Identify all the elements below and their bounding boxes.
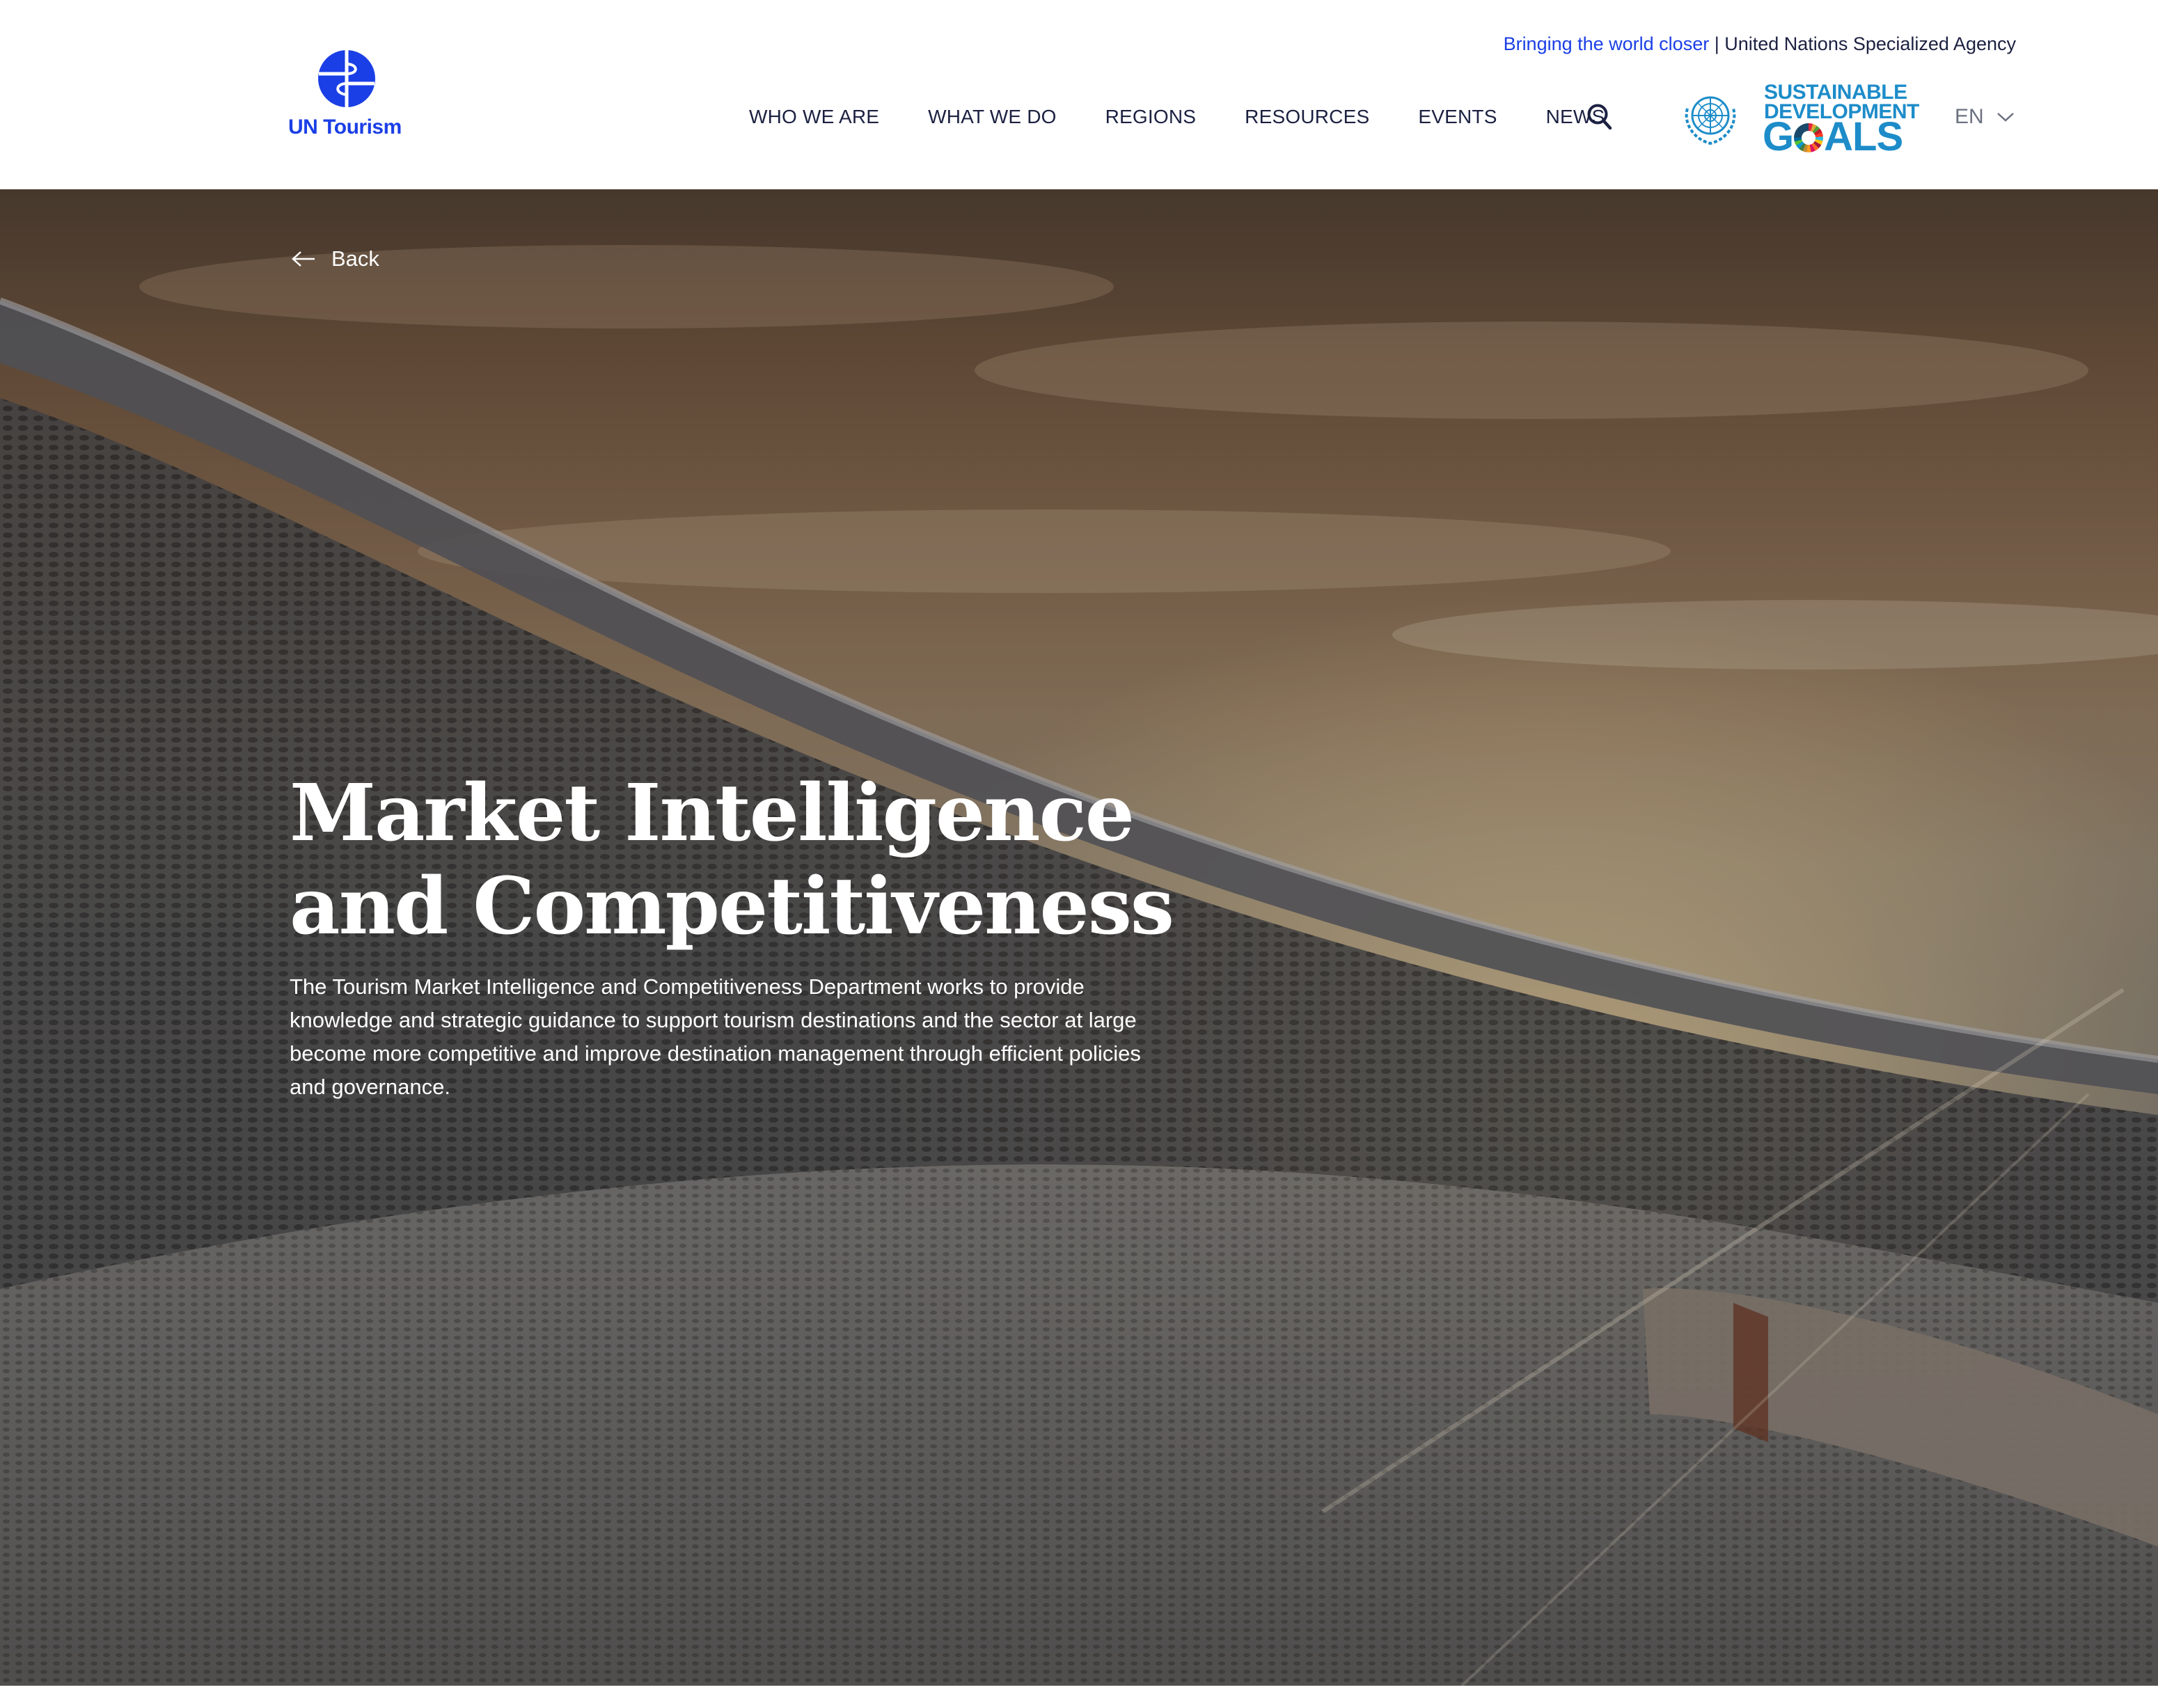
search-icon: [1587, 104, 1612, 130]
page-title: Market Intelligence and Competitiveness: [290, 768, 1174, 952]
sdg-goals-rest: ALS: [1824, 114, 1903, 159]
tagline: Bringing the world closer | United Natio…: [1504, 33, 2016, 55]
sdg-wheel-icon: [1794, 123, 1824, 152]
back-label: Back: [331, 246, 379, 271]
nav-item-resources[interactable]: RESOURCES: [1245, 106, 1369, 128]
un-tourism-logo[interactable]: UN Tourism: [288, 49, 407, 146]
un-tourism-logo-icon: [318, 50, 375, 107]
sdg-goals-g: G: [1763, 114, 1794, 159]
nav-item-events[interactable]: EVENTS: [1418, 106, 1497, 128]
page-description: The Tourism Market Intelligence and Comp…: [290, 974, 1141, 1099]
chevron-down-icon: [1996, 113, 2014, 122]
language-label: EN: [1955, 105, 1984, 128]
main-nav: WHO WE ARE WHAT WE DO REGIONS RESOURCES …: [749, 103, 1605, 131]
un-emblem-icon: [1685, 96, 1736, 145]
sdg-logo[interactable]: SUSTAINABLE DEVELOPMENT G ALS: [1680, 81, 1919, 157]
sdg-goals: G ALS: [1763, 117, 1903, 157]
site-header: UN Tourism Bringing the world closer | U…: [0, 0, 2158, 189]
back-link[interactable]: Back: [291, 245, 379, 273]
hero-banner: Back Market Intelligence and Competitive…: [0, 189, 2158, 1686]
nav-item-regions[interactable]: REGIONS: [1105, 106, 1197, 128]
language-selector[interactable]: EN: [1955, 103, 2015, 131]
nav-item-what-we-do[interactable]: WHAT WE DO: [928, 106, 1057, 128]
nav-item-who-we-are[interactable]: WHO WE ARE: [749, 106, 879, 128]
tagline-rest: | United Nations Specialized Agency: [1709, 33, 2016, 54]
logo-text: UN Tourism: [288, 116, 402, 139]
search-button[interactable]: [1586, 102, 1614, 132]
arrow-left-icon: [292, 251, 315, 267]
tagline-accent: Bringing the world closer: [1503, 33, 1710, 54]
